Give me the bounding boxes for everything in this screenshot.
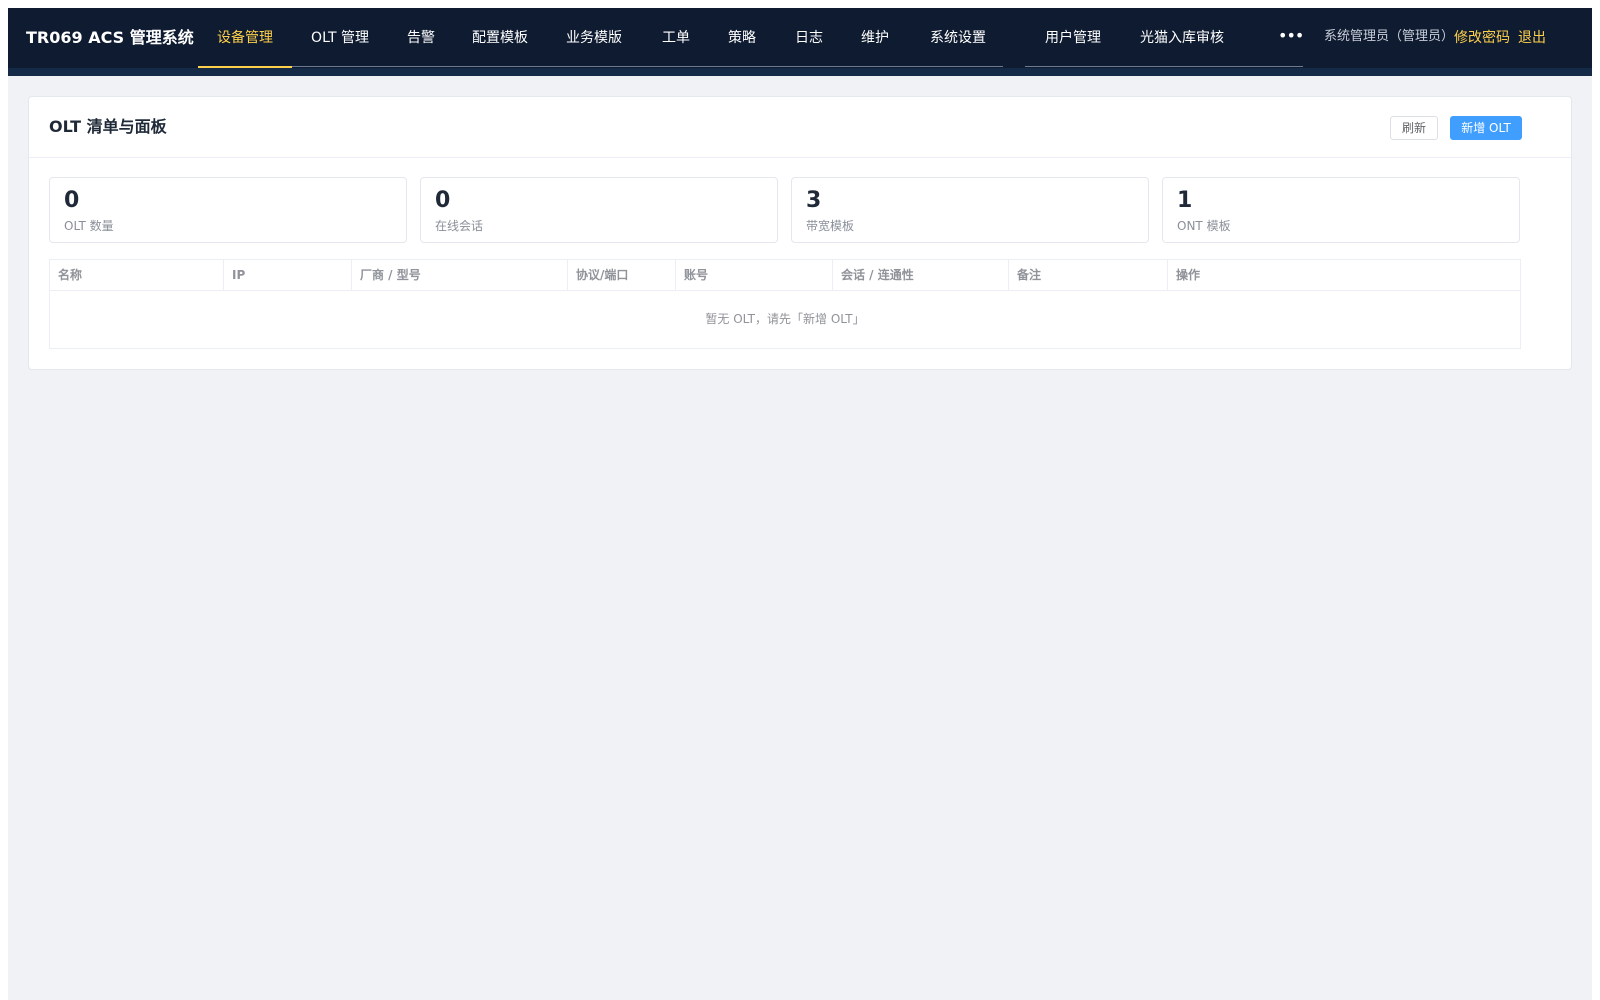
stat-value: 1: [1177, 188, 1193, 213]
column-header-vendor-model: 厂商 / 型号: [352, 260, 568, 290]
logout-link[interactable]: 退出: [1518, 8, 1546, 68]
column-header-ip: IP: [224, 260, 352, 290]
column-header-session-connectivity: 会话 / 连通性: [833, 260, 1009, 290]
nav-item-alarms[interactable]: 告警: [400, 8, 442, 68]
table-empty-message: 暂无 OLT，请先「新增 OLT」: [705, 312, 865, 326]
stat-card-online-sessions: 0 在线会话: [420, 177, 778, 243]
nav-item-work-orders[interactable]: 工单: [654, 8, 698, 68]
column-header-protocol-port: 协议/端口: [568, 260, 676, 290]
topbar-strip: [8, 68, 1592, 76]
stat-card-ont-templates: 1 ONT 模板: [1162, 177, 1520, 243]
top-navigation-bar: TR069 ACS 管理系统 设备管理 OLT 管理 告警 配置模板 业务模版 …: [8, 8, 1592, 76]
stat-label: 在线会话: [435, 219, 484, 233]
more-dots-icon[interactable]: •••: [1278, 8, 1304, 68]
nav-item-policies[interactable]: 策略: [720, 8, 764, 68]
stat-card-olt-count: 0 OLT 数量: [49, 177, 407, 243]
stat-label: 带宽模板: [806, 219, 855, 233]
change-password-link[interactable]: 修改密码: [1454, 8, 1510, 68]
stat-card-bandwidth-templates: 3 带宽模板: [791, 177, 1149, 243]
app-title: TR069 ACS 管理系统: [26, 28, 194, 47]
page-title: OLT 清单与面板: [49, 117, 167, 136]
column-header-remarks: 备注: [1009, 260, 1168, 290]
column-header-actions: 操作: [1176, 268, 1201, 282]
nav-item-ont-stock-review[interactable]: 光猫入库审核: [1132, 8, 1232, 68]
stat-value: 0: [64, 188, 80, 213]
olt-table: 名称 IP 厂商 / 型号 协议/端口 账号 会话 / 连通性 备注 操作 暂无…: [49, 259, 1521, 349]
refresh-button[interactable]: 刷新: [1390, 116, 1438, 140]
add-olt-button[interactable]: 新增 OLT: [1450, 116, 1522, 140]
olt-panel-card: OLT 清单与面板 刷新 新增 OLT 0 OLT 数量 0 在线会话 3 带宽…: [28, 96, 1572, 370]
stat-value: 0: [435, 188, 451, 213]
nav-item-config-templates[interactable]: 配置模板: [468, 8, 532, 68]
stat-value: 3: [806, 188, 822, 213]
app-frame: TR069 ACS 管理系统 设备管理 OLT 管理 告警 配置模板 业务模版 …: [8, 8, 1592, 1000]
nav-item-device-management[interactable]: 设备管理: [198, 8, 292, 68]
column-header-account: 账号: [676, 260, 833, 290]
nav-item-service-templates[interactable]: 业务模版: [562, 8, 626, 68]
nav-item-user-management[interactable]: 用户管理: [1038, 8, 1108, 68]
table-header: 名称 IP 厂商 / 型号 协议/端口 账号 会话 / 连通性 备注 操作: [50, 260, 1520, 291]
card-header: OLT 清单与面板 刷新 新增 OLT: [29, 97, 1571, 158]
nav-item-system-settings[interactable]: 系统设置: [922, 8, 994, 68]
nav-item-logs[interactable]: 日志: [787, 8, 831, 68]
current-user: 系统管理员（管理员）: [1324, 29, 1455, 44]
stat-label: ONT 模板: [1177, 219, 1231, 233]
stat-label: OLT 数量: [64, 219, 114, 233]
nav-item-olt-management[interactable]: OLT 管理: [300, 8, 380, 68]
column-header-name: 名称: [50, 260, 224, 290]
nav-item-maintenance[interactable]: 维护: [853, 8, 897, 68]
